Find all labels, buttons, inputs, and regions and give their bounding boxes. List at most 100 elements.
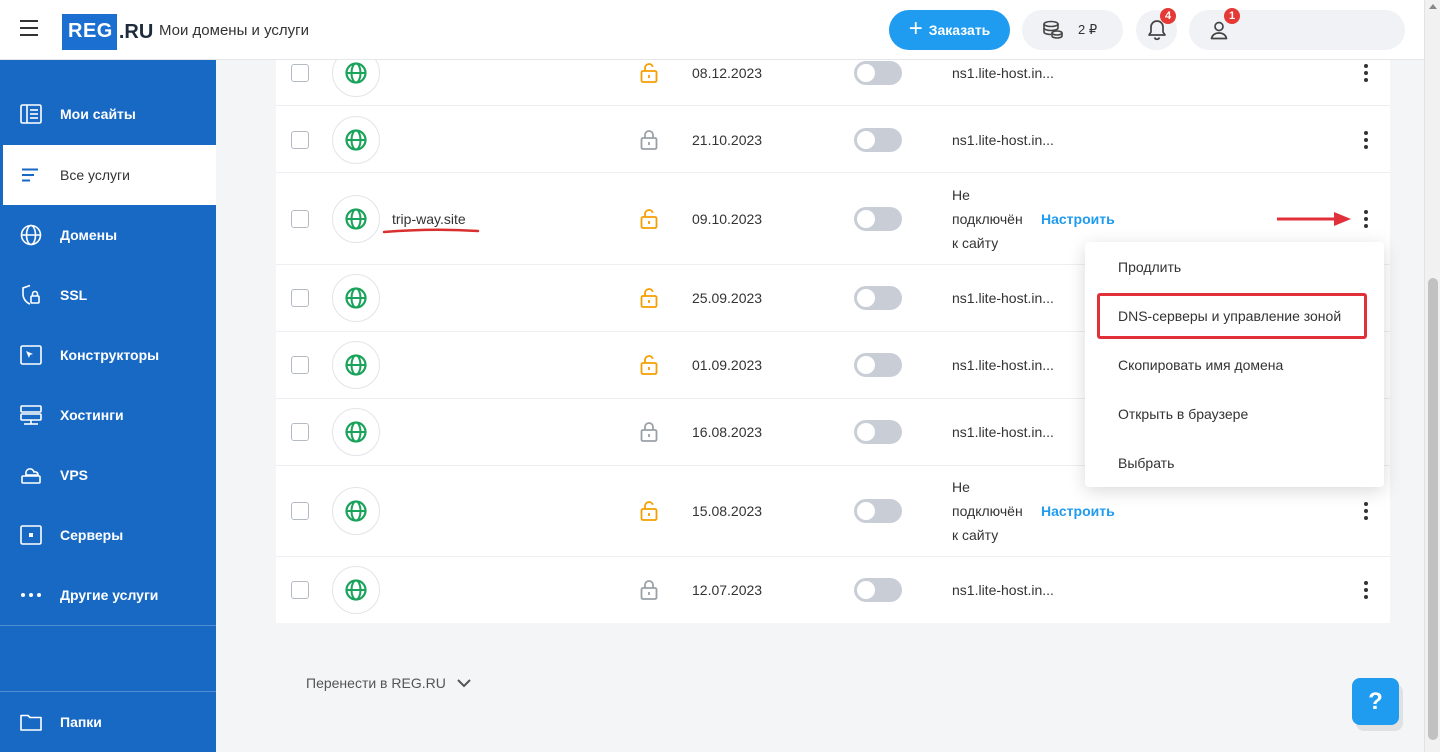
- sidebar-item-label: Хостинги: [60, 407, 124, 423]
- sidebar-item-label: SSL: [60, 287, 88, 303]
- row-checkbox[interactable]: [291, 581, 309, 599]
- sidebar-item-servers[interactable]: Серверы: [0, 505, 216, 565]
- regru-logo[interactable]: REG .RU: [62, 12, 153, 52]
- row-actions-kebab-icon[interactable]: [1358, 209, 1374, 229]
- autorenew-toggle[interactable]: [854, 499, 902, 523]
- dns-servers: ns1.lite-host.in...: [952, 582, 1054, 598]
- row-actions-kebab-icon[interactable]: [1358, 63, 1374, 83]
- autorenew-toggle[interactable]: [854, 286, 902, 310]
- autorenew-toggle[interactable]: [854, 578, 902, 602]
- menu-item-renew[interactable]: Продлить: [1118, 259, 1181, 275]
- scroll-up-arrow-icon[interactable]: [1429, 4, 1437, 9]
- menu-item-select[interactable]: Выбрать: [1118, 455, 1174, 471]
- sidebar: Мои сайты Все услуги Домены SSL Конструк…: [0, 60, 216, 752]
- row-checkbox[interactable]: [291, 210, 309, 228]
- status-line: подключён: [952, 503, 1023, 519]
- dns-servers: ns1.lite-host.in...: [952, 65, 1054, 81]
- vps-cloud-icon: [20, 464, 42, 486]
- hosting-icon: [20, 404, 42, 426]
- autorenew-toggle[interactable]: [854, 207, 902, 231]
- lock-closed-icon[interactable]: [640, 422, 658, 442]
- expiry-date: 25.09.2023: [692, 290, 763, 306]
- setup-link[interactable]: Настроить: [1041, 211, 1115, 227]
- row-checkbox[interactable]: [291, 289, 309, 307]
- domain-globe-icon: [332, 487, 380, 535]
- autorenew-toggle[interactable]: [854, 353, 902, 377]
- sidebar-divider: [0, 625, 216, 626]
- lock-open-icon[interactable]: [640, 209, 658, 229]
- row-actions-kebab-icon[interactable]: [1358, 580, 1374, 600]
- lock-open-icon[interactable]: [640, 501, 658, 521]
- domain-globe-icon: [332, 408, 380, 456]
- menu-item-open-browser[interactable]: Открыть в браузере: [1118, 406, 1248, 422]
- sidebar-item-hosting[interactable]: Хостинги: [0, 385, 216, 445]
- balance-value: 2 ₽: [1078, 22, 1098, 37]
- sidebar-item-domains[interactable]: Домены: [0, 205, 216, 265]
- sidebar-item-other[interactable]: Другие услуги: [0, 565, 216, 625]
- lock-closed-icon[interactable]: [640, 130, 658, 150]
- expiry-date: 08.12.2023: [692, 65, 763, 81]
- plus-icon: +: [908, 15, 923, 42]
- sidebar-item-builders[interactable]: Конструкторы: [0, 325, 216, 385]
- dns-servers: ns1.lite-host.in...: [952, 290, 1054, 306]
- balance-button[interactable]: 2 ₽: [1022, 10, 1123, 50]
- scrollbar-thumb[interactable]: [1428, 278, 1438, 740]
- menu-item-copy-domain[interactable]: Скопировать имя домена: [1118, 357, 1283, 373]
- page-title: Мои домены и услуги: [159, 22, 310, 39]
- user-menu-button[interactable]: 1: [1189, 8, 1405, 50]
- autorenew-toggle[interactable]: [854, 128, 902, 152]
- lock-open-icon[interactable]: [640, 63, 658, 83]
- domain-name[interactable]: trip-way.site: [392, 211, 466, 227]
- sidebar-item-ssl[interactable]: SSL: [0, 265, 216, 325]
- autorenew-toggle[interactable]: [854, 420, 902, 444]
- row-checkbox[interactable]: [291, 131, 309, 149]
- sidebar-item-vps[interactable]: VPS: [0, 445, 216, 505]
- domain-globe-icon: [332, 116, 380, 164]
- dots-icon: [20, 584, 42, 606]
- shield-lock-icon: [20, 284, 42, 306]
- row-checkbox[interactable]: [291, 356, 309, 374]
- page-scrollbar[interactable]: [1424, 0, 1440, 752]
- autorenew-toggle[interactable]: [854, 61, 902, 85]
- sidebar-item-all-services[interactable]: Все услуги: [0, 145, 216, 205]
- row-checkbox[interactable]: [291, 502, 309, 520]
- menu-burger-icon[interactable]: [20, 20, 40, 40]
- sidebar-item-label: Другие услуги: [60, 587, 159, 603]
- sidebar-item-my-sites[interactable]: Мои сайты: [0, 84, 216, 144]
- domain-globe-icon: [332, 274, 380, 322]
- setup-link[interactable]: Настроить: [1041, 503, 1115, 519]
- dns-not-connected: Не подключён к сайту: [952, 475, 1023, 547]
- expiry-date: 12.07.2023: [692, 582, 763, 598]
- dns-not-connected: Не подключён к сайту: [952, 183, 1023, 255]
- row-checkbox[interactable]: [291, 64, 309, 82]
- domain-globe-icon: [332, 566, 380, 614]
- dns-servers: ns1.lite-host.in...: [952, 132, 1054, 148]
- list-icon: [20, 164, 42, 186]
- menu-item-dns-zone[interactable]: DNS-серверы и управление зоной: [1118, 308, 1341, 324]
- logo-main: REG: [62, 14, 117, 50]
- status-line: Не: [952, 479, 970, 495]
- status-line: к сайту: [952, 235, 999, 251]
- builder-icon: [20, 344, 42, 366]
- sidebar-item-label: Домены: [60, 227, 118, 243]
- help-icon: ?: [1368, 687, 1383, 715]
- help-button[interactable]: ?: [1352, 678, 1399, 725]
- row-actions-kebab-icon[interactable]: [1358, 501, 1374, 521]
- lock-open-icon[interactable]: [640, 288, 658, 308]
- transfer-label: Перенести в REG.RU: [306, 675, 446, 691]
- row-checkbox[interactable]: [291, 423, 309, 441]
- domain-globe-icon: [332, 341, 380, 389]
- chevron-down-icon: [457, 679, 471, 688]
- red-underline-annotation: [382, 228, 480, 234]
- sidebar-item-label: Мои сайты: [60, 106, 136, 122]
- lock-closed-icon[interactable]: [640, 580, 658, 600]
- sidebar-item-folders[interactable]: Папки: [0, 692, 216, 752]
- row-actions-kebab-icon[interactable]: [1358, 130, 1374, 150]
- globe-icon: [20, 224, 42, 246]
- user-icon: [1210, 21, 1228, 40]
- lock-open-icon[interactable]: [640, 355, 658, 375]
- transfer-to-regru-link[interactable]: Перенести в REG.RU: [306, 675, 472, 691]
- order-button-label: Заказать: [928, 22, 991, 38]
- notifications-button[interactable]: 4: [1136, 8, 1177, 50]
- order-button[interactable]: + Заказать: [889, 10, 1010, 50]
